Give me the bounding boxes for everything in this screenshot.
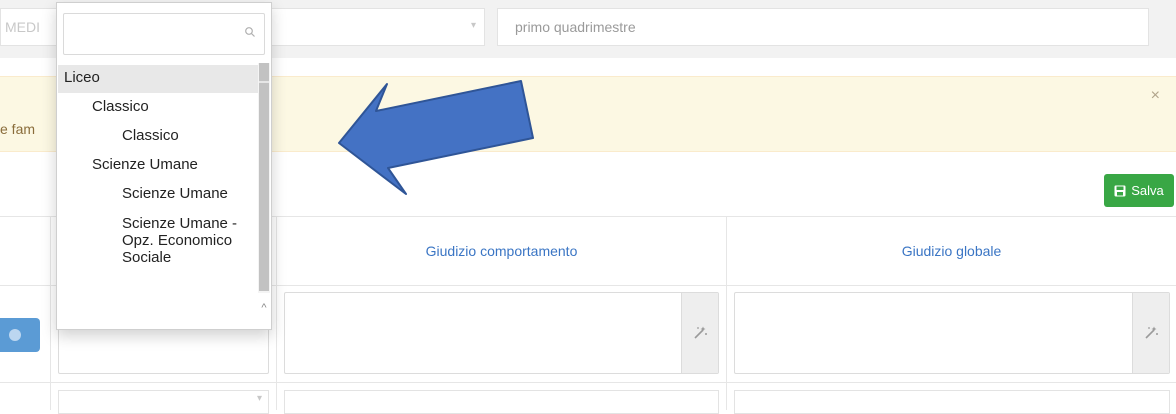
annotation-arrow (338, 80, 534, 195)
arrow-icon (338, 80, 534, 195)
